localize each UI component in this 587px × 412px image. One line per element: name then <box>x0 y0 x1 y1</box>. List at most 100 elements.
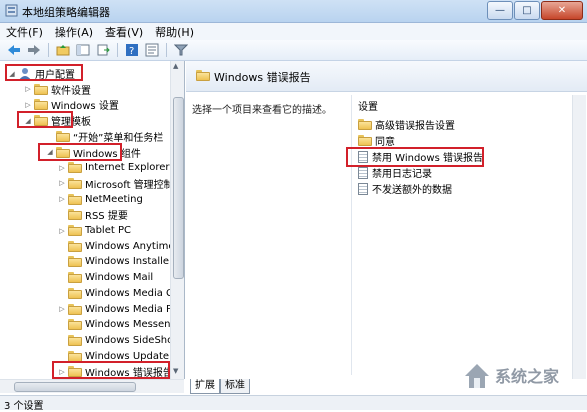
tree-item[interactable]: Windows SideShow <box>58 333 181 348</box>
folder-icon <box>68 162 82 174</box>
tree-item-label: Windows Messeng <box>85 319 177 331</box>
tree-item-label: Internet Explorer <box>85 162 170 174</box>
forward-icon[interactable] <box>26 42 42 58</box>
setting-item-label: 同意 <box>375 137 395 148</box>
pane-divider <box>351 95 352 375</box>
folder-icon <box>68 303 82 315</box>
help-icon[interactable]: ? <box>124 42 140 58</box>
filter-icon[interactable] <box>173 42 189 58</box>
details-pane: Windows 错误报告 选择一个项目来查看它的描述。 设置 高级错误报告设置同… <box>186 61 587 379</box>
tree-item-label: 软件设置 <box>51 85 91 97</box>
tree-item[interactable]: Windows Media Ce <box>58 286 179 301</box>
tree-item[interactable]: Windows Mail <box>58 270 153 285</box>
properties-icon[interactable] <box>144 42 160 58</box>
expand-toggle-icon[interactable]: ▷ <box>58 195 66 203</box>
folder-icon <box>34 83 48 95</box>
maximize-button[interactable]: □ <box>514 1 540 20</box>
console-tree-icon[interactable] <box>75 42 91 58</box>
tree-item[interactable]: RSS 提要 <box>58 207 128 222</box>
folder-icon <box>196 70 210 81</box>
tree-item[interactable]: Windows Installer <box>58 254 173 269</box>
details-vertical-scrollbar[interactable] <box>572 95 586 379</box>
tree-item[interactable]: “开始”菜单和任务栏 <box>46 129 163 144</box>
menu-view[interactable]: 查看(V) <box>99 23 149 40</box>
setting-item[interactable]: 高级错误报告设置 <box>358 117 455 132</box>
folder-icon <box>358 135 372 146</box>
status-bar: 3 个设置 <box>0 395 587 412</box>
toolbar-divider <box>48 43 49 57</box>
status-text: 3 个设置 <box>4 401 44 412</box>
setting-item[interactable]: 不发送额外的数据 <box>358 181 452 196</box>
folder-icon <box>68 177 82 189</box>
expand-toggle-icon[interactable]: ▷ <box>24 85 32 93</box>
expand-toggle-icon[interactable]: ▷ <box>58 227 66 235</box>
tree-item-label: NetMeeting <box>85 193 143 205</box>
tree-item-label: “开始”菜单和任务栏 <box>73 132 164 144</box>
tree-item-label: Windows Update <box>85 350 170 362</box>
tree-item-label: RSS 提要 <box>85 211 128 223</box>
tree-item[interactable]: Windows Anytime U <box>58 239 184 254</box>
folder-up-icon[interactable] <box>55 42 71 58</box>
scrollbar-thumb[interactable] <box>173 97 184 279</box>
export-icon[interactable] <box>95 42 111 58</box>
tree-item-label: Windows Installer <box>85 256 174 268</box>
tree-item-label: Windows SideShow <box>85 334 182 346</box>
setting-item[interactable]: 禁用日志记录 <box>358 165 432 180</box>
tab-extended[interactable]: 扩展 <box>190 379 220 394</box>
folder-icon <box>68 319 82 331</box>
tree-item[interactable]: ▷ NetMeeting <box>58 192 143 207</box>
highlight-admin-templates <box>17 111 73 128</box>
folder-icon <box>68 240 82 252</box>
tree-item-label: Windows Media Ce <box>85 287 180 299</box>
folder-icon <box>68 350 82 362</box>
svg-text:?: ? <box>129 46 134 57</box>
expand-toggle-icon[interactable]: ▷ <box>24 101 32 109</box>
scrollbar-thumb[interactable] <box>14 382 136 392</box>
details-header: Windows 错误报告 <box>186 61 587 92</box>
setting-item-label: 禁用日志记录 <box>372 169 432 180</box>
tree-item[interactable]: ▷ Tablet PC <box>58 223 131 238</box>
folder-icon <box>68 193 82 205</box>
menu-file[interactable]: 文件(F) <box>0 23 49 40</box>
minimize-button[interactable]: — <box>487 1 513 20</box>
tree-vertical-scrollbar[interactable]: ▲ ▼ <box>170 61 184 379</box>
close-button[interactable]: ✕ <box>541 1 583 20</box>
back-icon[interactable] <box>6 42 22 58</box>
tree-item-label: Tablet PC <box>85 225 131 236</box>
tree-item-label: Microsoft 管理控制 <box>85 179 174 191</box>
expand-toggle-icon[interactable]: ▷ <box>58 305 66 313</box>
folder-icon <box>68 334 82 346</box>
setting-item-label: 高级错误报告设置 <box>375 121 455 132</box>
tab-standard[interactable]: 标准 <box>220 379 250 394</box>
scroll-up-icon[interactable]: ▲ <box>173 62 178 70</box>
scroll-down-icon[interactable]: ▼ <box>173 367 178 375</box>
tree-item[interactable]: Windows Messeng <box>58 317 177 332</box>
tree-item-label: Windows Media Pla <box>85 303 181 315</box>
toolbar: ? <box>0 40 587 61</box>
tree-horizontal-scrollbar[interactable] <box>0 379 184 393</box>
setting-item-label: 不发送额外的数据 <box>372 185 452 196</box>
tree-item[interactable]: ▷ 软件设置 <box>24 82 91 97</box>
watermark-logo: 系统之家 <box>465 364 560 388</box>
house-logo-icon <box>465 364 489 388</box>
setting-item[interactable]: 同意 <box>358 133 395 148</box>
toolbar-divider <box>117 43 118 57</box>
tree-item-label: Windows Mail <box>85 272 154 284</box>
tree-item[interactable]: ▷ Internet Explorer <box>58 160 170 175</box>
policy-setting-icon <box>358 182 368 195</box>
expand-toggle-icon[interactable]: ▷ <box>58 179 66 187</box>
policy-setting-icon <box>358 166 368 179</box>
menu-action[interactable]: 操作(A) <box>49 23 99 40</box>
folder-icon <box>56 130 70 142</box>
tree-item[interactable]: ▷ Windows Media Pla <box>58 302 181 317</box>
settings-column-header[interactable]: 设置 <box>358 98 378 113</box>
highlight-user-config <box>5 64 83 81</box>
details-title: Windows 错误报告 <box>214 71 311 84</box>
highlight-windows-components <box>38 143 122 161</box>
menu-bar: 文件(F) 操作(A) 查看(V) 帮助(H) <box>0 23 587 40</box>
menu-help[interactable]: 帮助(H) <box>149 23 200 40</box>
console-tree[interactable]: ◢ 用户配置 ▷ 软件设置 ▷ Windows 设置 ◢ 管理模板 “开始”菜单和任务栏 ◢ Win… <box>0 61 185 379</box>
folder-icon <box>68 225 82 236</box>
tree-item[interactable]: ▷ Microsoft 管理控制 <box>58 176 174 191</box>
expand-toggle-icon[interactable]: ▷ <box>58 164 66 172</box>
